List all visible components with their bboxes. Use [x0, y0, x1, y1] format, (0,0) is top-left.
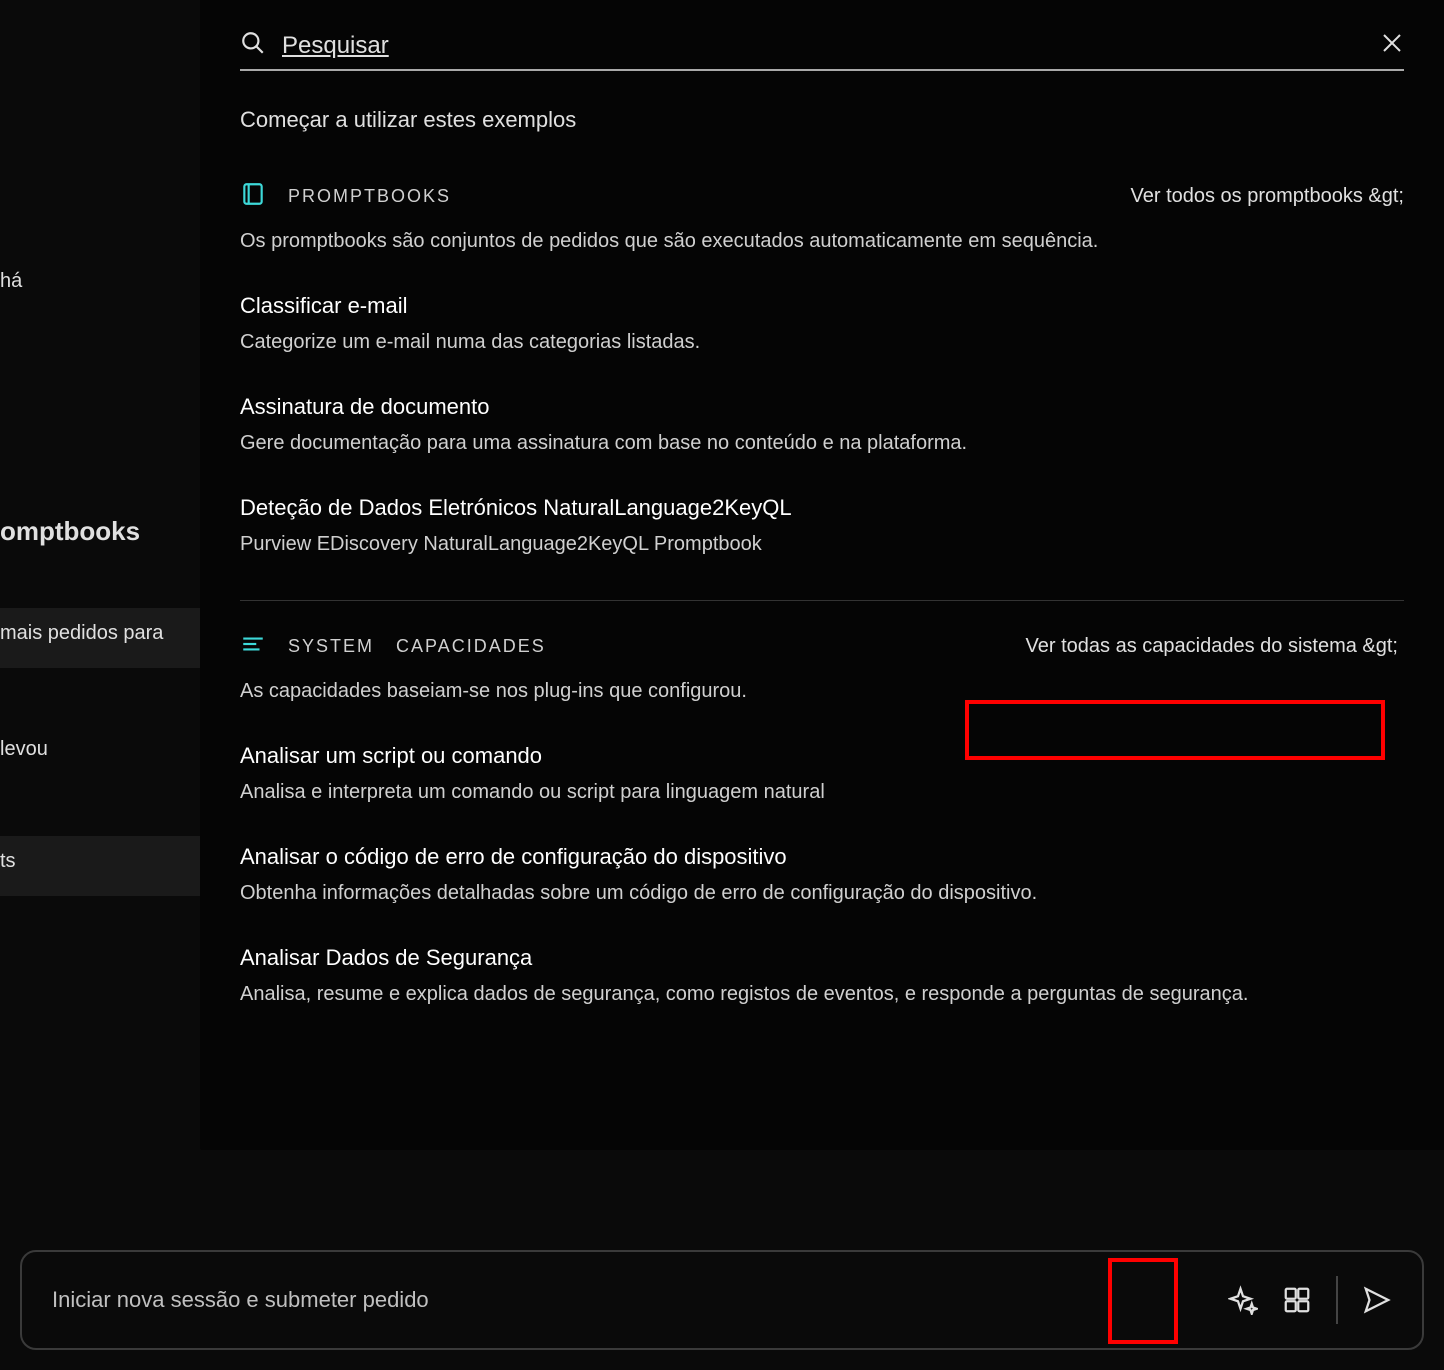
sparkle-icon[interactable] [1228, 1285, 1258, 1315]
prompt-input[interactable] [52, 1287, 1208, 1313]
capability-item[interactable]: Analisar Dados de Segurança Analisa, res… [240, 945, 1404, 1006]
item-desc: Categorize um e-mail numa das categorias… [240, 331, 1404, 354]
sidebar-text: ts [0, 850, 16, 873]
sidebar-text: omptbooks [0, 516, 140, 547]
item-title: Classificar e-mail [240, 293, 1404, 319]
view-all-capabilities-link[interactable]: Ver todas as capacidades do sistema &gt; [1020, 631, 1404, 662]
intro-heading: Começar a utilizar estes exemplos [240, 107, 1404, 133]
sidebar-row-bg [0, 836, 200, 896]
item-desc: Analisa e interpreta um comando ou scrip… [240, 781, 1404, 804]
prompt-bar [20, 1250, 1424, 1350]
promptbooks-desc: Os promptbooks são conjuntos de pedidos … [240, 230, 1404, 253]
send-icon[interactable] [1362, 1285, 1392, 1315]
list-icon [240, 631, 266, 662]
sidebar-fragment: há omptbooks mais pedidos para levou ts [0, 0, 200, 1370]
capability-item[interactable]: Analisar o código de erro de configuraçã… [240, 844, 1404, 905]
item-desc: Obtenha informações detalhadas sobre um … [240, 882, 1404, 905]
item-title: Deteção de Dados Eletrónicos NaturalLang… [240, 495, 1404, 521]
search-row [240, 30, 1404, 71]
system-desc: As capacidades baseiam-se nos plug-ins q… [240, 680, 1404, 703]
capability-item[interactable]: Analisar um script ou comando Analisa e … [240, 743, 1404, 804]
system-label-2: CAPACIDADES [396, 636, 546, 657]
sidebar-text: há [0, 270, 22, 293]
item-desc: Analisa, resume e explica dados de segur… [240, 983, 1404, 1006]
item-title: Analisar o código de erro de configuraçã… [240, 844, 1404, 870]
item-desc: Purview EDiscovery NaturalLanguage2KeyQL… [240, 533, 1404, 556]
system-header: SYSTEM CAPACIDADES Ver todas as capacida… [240, 631, 1404, 662]
item-desc: Gere documentação para uma assinatura co… [240, 432, 1404, 455]
prompt-panel: Começar a utilizar estes exemplos PROMPT… [200, 0, 1444, 1150]
section-divider [240, 600, 1404, 601]
system-label-1: SYSTEM [288, 636, 374, 657]
promptbooks-header: PROMPTBOOKS Ver todos os promptbooks &gt… [240, 181, 1404, 212]
book-icon [240, 181, 266, 212]
search-icon [240, 30, 266, 61]
sidebar-text: levou [0, 738, 48, 761]
promptbook-item[interactable]: Assinatura de documento Gere documentaçã… [240, 394, 1404, 455]
view-all-promptbooks-link[interactable]: Ver todos os promptbooks &gt; [1131, 185, 1405, 208]
sidebar-text: mais pedidos para [0, 622, 163, 645]
promptbook-item[interactable]: Classificar e-mail Categorize um e-mail … [240, 293, 1404, 354]
close-icon[interactable] [1380, 31, 1404, 60]
apps-icon[interactable] [1282, 1285, 1312, 1315]
item-title: Analisar um script ou comando [240, 743, 1404, 769]
promptbook-item[interactable]: Deteção de Dados Eletrónicos NaturalLang… [240, 495, 1404, 556]
promptbooks-label: PROMPTBOOKS [288, 186, 451, 207]
item-title: Analisar Dados de Segurança [240, 945, 1404, 971]
separator [1336, 1276, 1338, 1324]
item-title: Assinatura de documento [240, 394, 1404, 420]
search-input[interactable] [282, 32, 1364, 60]
